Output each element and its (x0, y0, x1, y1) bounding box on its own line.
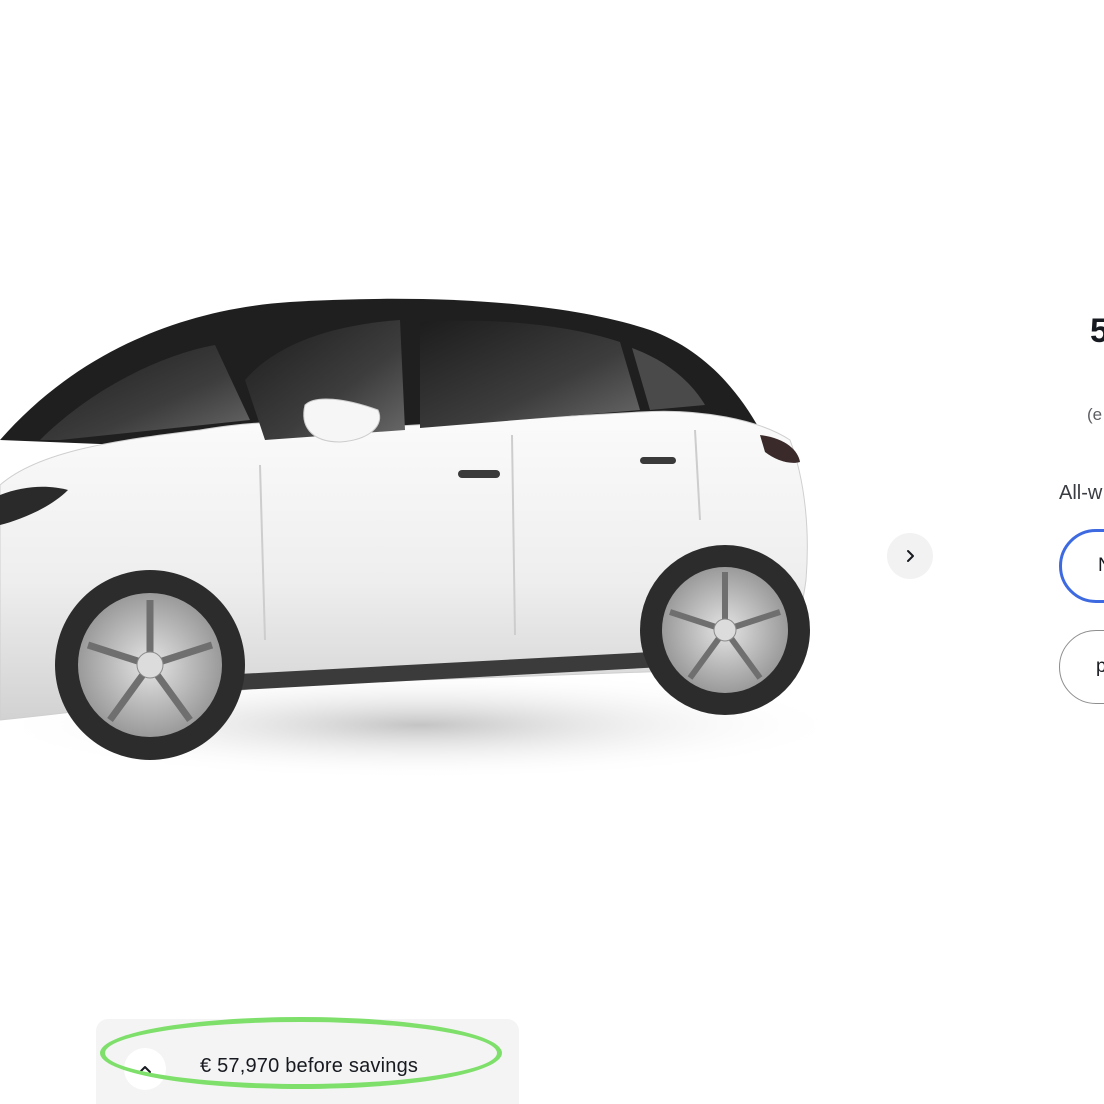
variant-option-label: N (1098, 555, 1104, 577)
price-before-savings: € 57,970 before savings (200, 1055, 419, 1077)
expand-price-details-button[interactable] (124, 1048, 166, 1090)
variant-option[interactable]: p (1059, 630, 1104, 704)
price-note-partial: (e (1087, 405, 1103, 424)
configurator-page: 5 (e All-w N p € 57,970 before savings (0, 0, 1104, 1104)
price-summary-bar: € 57,970 before savings (96, 1019, 519, 1104)
chevron-right-icon (903, 549, 917, 563)
chevron-up-icon (137, 1061, 153, 1077)
variant-option-label: p (1096, 656, 1104, 677)
gallery-next-button[interactable] (887, 533, 933, 579)
drivetrain-heading: All-w (1059, 482, 1103, 504)
car-image (0, 280, 820, 800)
model-price-partial: 5 (1090, 312, 1104, 350)
variant-option-selected[interactable]: N (1059, 529, 1104, 603)
